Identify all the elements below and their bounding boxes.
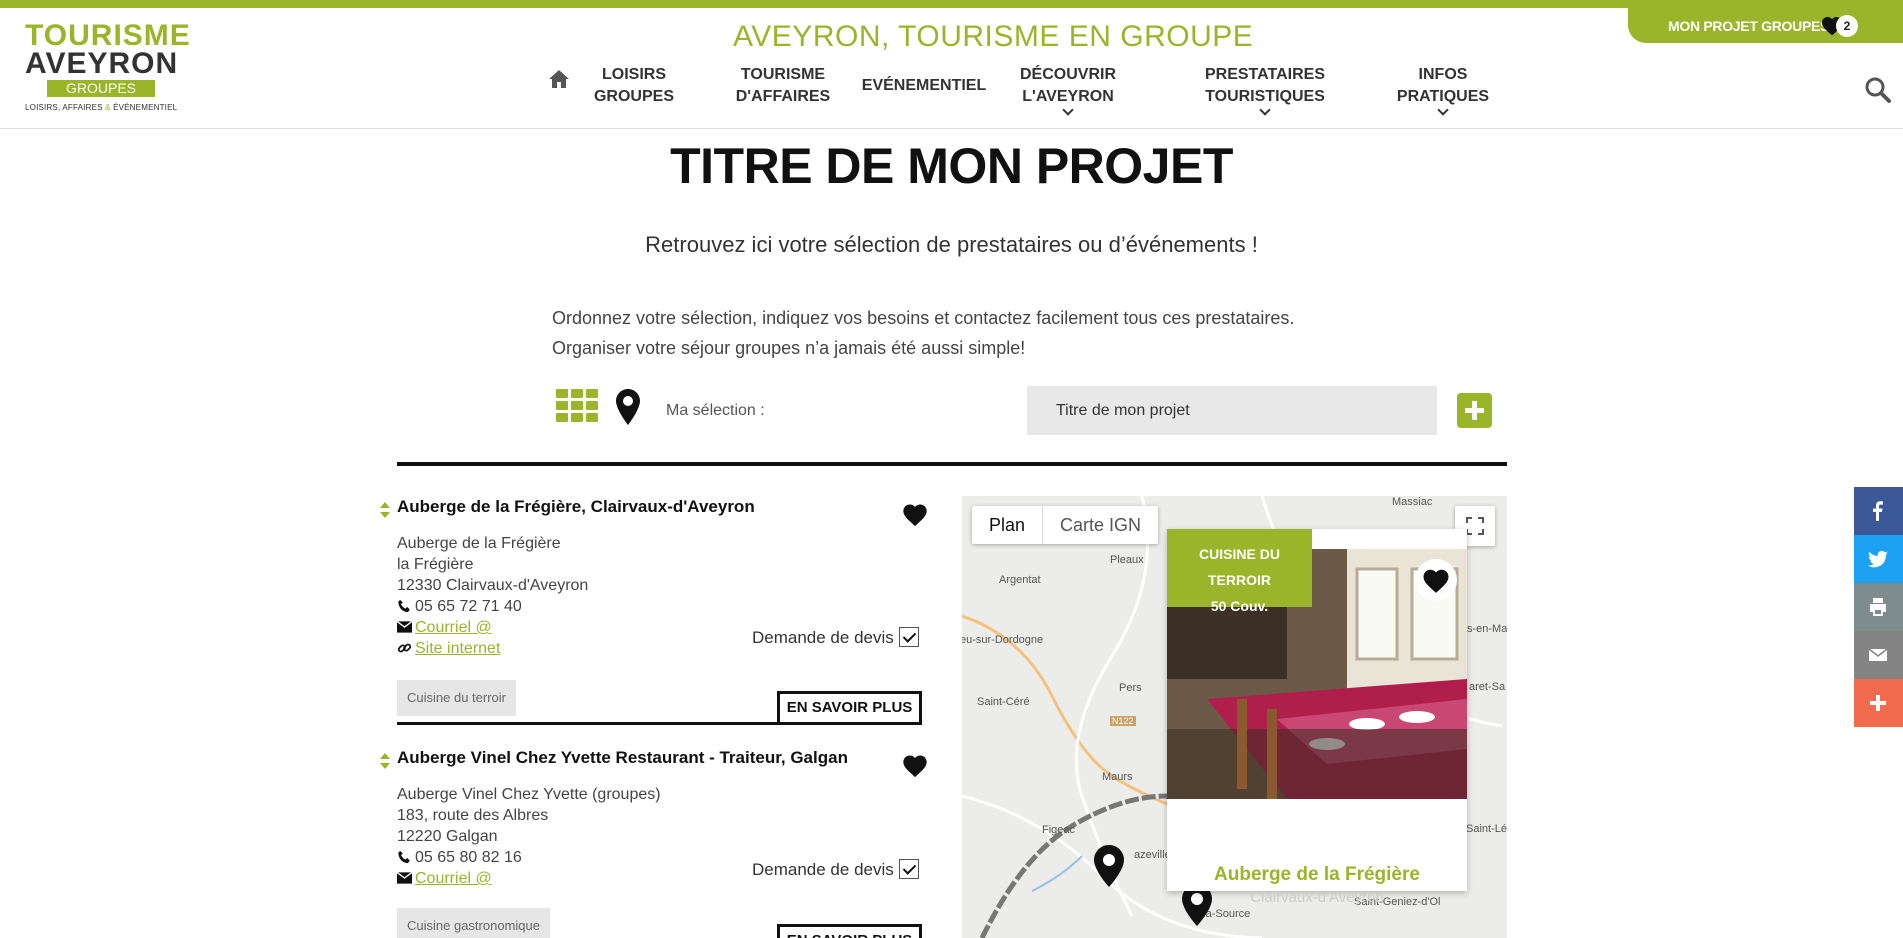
map-marker-icon[interactable] <box>1094 845 1124 887</box>
map-place-label: aret-Sa <box>1469 681 1506 693</box>
devis-label: Demande de devis <box>752 860 894 879</box>
plus-icon <box>1870 695 1886 711</box>
entry-name[interactable]: Auberge Vinel Chez Yvette Restaurant - T… <box>397 748 848 768</box>
selection-divider <box>397 462 1507 466</box>
search-icon[interactable] <box>1864 76 1892 104</box>
map-place-label: Saint-Lé <box>1466 823 1507 835</box>
map-place-label: Pleaux <box>1110 554 1144 566</box>
map-place-label: Massiac <box>1392 496 1433 508</box>
entry-address: Auberge Vinel Chez Yvette (groupes) 183,… <box>397 786 661 887</box>
entry-phone: 05 65 72 71 40 <box>415 598 522 615</box>
map-place-label: Argentat <box>999 574 1041 586</box>
email-icon <box>1868 648 1888 661</box>
entry-email-link[interactable]: Courriel @ <box>415 870 492 887</box>
devis-checkbox[interactable] <box>899 859 919 879</box>
map-type-control: Plan Carte IGN <box>972 506 1159 544</box>
category-tag: Cuisine gastronomique <box>397 908 550 938</box>
mon-projet-label: MON PROJET GROUPES <box>1668 18 1830 34</box>
map-place-label: azeville <box>1134 849 1171 861</box>
heart-icon <box>1423 569 1449 593</box>
nav-infos-pratiques[interactable]: INFOS PRATIQUES <box>1368 64 1518 116</box>
map-panel[interactable]: Massiac Argentat Pleaux eu-sur-Dordogne … <box>962 496 1507 938</box>
popup-location: Clairvaux-d'Aveyron <box>1250 889 1384 906</box>
nav-loisirs-groupes[interactable]: LOISIRS GROUPES <box>559 64 709 108</box>
map-view-icon[interactable] <box>616 389 640 425</box>
category-badge: CUISINE DU TERROIR 50 Couv. <box>1167 529 1312 614</box>
selection-label: Ma sélection : <box>666 402 765 419</box>
map-place-label: s-en-Ma <box>1467 623 1507 635</box>
page-subtitle: Retrouvez ici votre sélection de prestat… <box>645 232 1258 257</box>
projet-count-badge: 2 <box>1836 15 1858 37</box>
logo-line-1: TOURISME <box>25 19 191 52</box>
nav-evenementiel[interactable]: EVÉNEMENTIEL <box>849 75 999 97</box>
phone-icon <box>398 850 410 864</box>
map-place-label: Pers <box>1119 682 1142 694</box>
category-tag: Cuisine du terroir <box>397 680 516 716</box>
entry-address: Auberge de la Frégière la Frégière 12330… <box>397 535 589 657</box>
mon-projet-button[interactable]: MON PROJET GROUPES 2 <box>1628 8 1903 43</box>
project-title-input[interactable] <box>1027 386 1437 435</box>
nav-tourisme-affaires[interactable]: TOURISME D'AFFAIRES <box>708 64 858 108</box>
top-accent-bar <box>0 0 1903 8</box>
add-project-button[interactable] <box>1457 393 1492 428</box>
print-button[interactable] <box>1854 583 1903 631</box>
main-navigation: LOISIRS GROUPES TOURISME D'AFFAIRES EVÉNEM… <box>0 64 1903 124</box>
twitter-icon <box>1868 550 1888 568</box>
favorite-heart-icon[interactable] <box>900 501 930 529</box>
entry-divider <box>397 722 777 725</box>
entry-phone: 05 65 80 82 16 <box>415 849 522 866</box>
devis-checkbox[interactable] <box>899 627 919 647</box>
facebook-icon <box>1873 501 1883 521</box>
map-popup-card[interactable]: CUISINE DU TERROIR 50 Couv. Auberge de l… <box>1167 529 1467 906</box>
road-label: N122 <box>1110 716 1136 726</box>
map-tab-plan[interactable]: Plan <box>972 506 1042 544</box>
nav-prestataires-touristiques[interactable]: PRESTATAIRES TOURISTIQUES <box>1190 64 1340 116</box>
share-more-button[interactable] <box>1854 679 1903 727</box>
popup-favorite-button[interactable] <box>1415 559 1457 601</box>
link-icon <box>397 643 412 653</box>
en-savoir-plus-button[interactable]: EN SAVOIR PLUS <box>777 924 922 938</box>
print-icon <box>1870 598 1886 616</box>
phone-icon <box>398 599 410 613</box>
nav-decouvrir-aveyron[interactable]: DÉCOUVRIR L'AVEYRON <box>993 64 1143 116</box>
site-title: AVEYRON, TOURISME EN GROUPE <box>733 20 1254 53</box>
page-title: TITRE DE MON PROJET <box>670 138 1233 194</box>
header-divider <box>0 128 1903 129</box>
map-place-label: Maurs <box>1102 771 1133 783</box>
map-tab-ign[interactable]: Carte IGN <box>1043 506 1158 544</box>
map-place-label: Saint-Céré <box>977 696 1030 708</box>
entry-website-link[interactable]: Site internet <box>415 640 500 657</box>
entry-email-link[interactable]: Courriel @ <box>415 619 492 636</box>
popup-title[interactable]: Auberge de la Frégière <box>1167 864 1467 886</box>
share-email-button[interactable] <box>1854 631 1903 679</box>
entry-name[interactable]: Auberge de la Frégière, Clairvaux-d'Avey… <box>397 497 755 517</box>
devis-label: Demande de devis <box>752 628 894 647</box>
share-facebook-button[interactable] <box>1854 487 1903 535</box>
favorite-heart-icon[interactable] <box>900 752 930 780</box>
sort-handle-icon[interactable] <box>380 753 390 769</box>
en-savoir-plus-button[interactable]: EN SAVOIR PLUS <box>777 691 922 725</box>
envelope-icon <box>397 620 412 633</box>
map-place-label: Figeac <box>1042 824 1076 836</box>
map-place-label: eu-sur-Dordogne <box>962 634 1044 646</box>
envelope-icon <box>397 871 412 884</box>
sort-handle-icon[interactable] <box>380 502 390 518</box>
intro-text: Ordonnez votre sélection, indiquez vos b… <box>552 308 1295 358</box>
share-twitter-button[interactable] <box>1854 535 1903 583</box>
grid-view-icon[interactable] <box>556 389 598 423</box>
